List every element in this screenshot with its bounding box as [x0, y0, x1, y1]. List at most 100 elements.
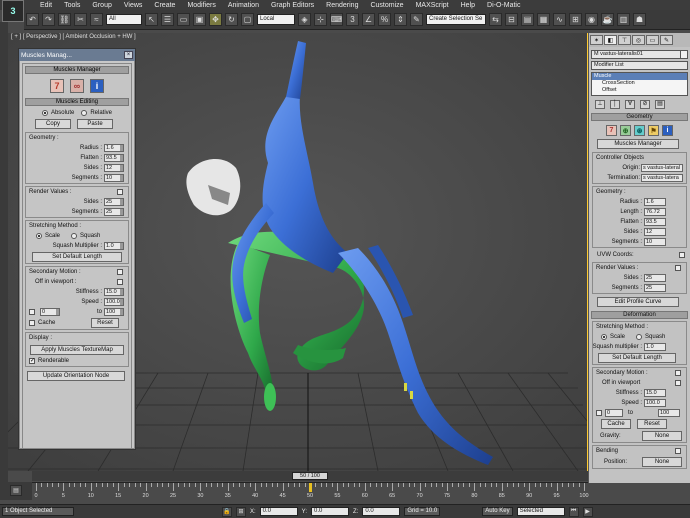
absolute-radio[interactable] [41, 110, 48, 116]
modify-tab-icon[interactable]: ◧ [604, 35, 617, 45]
selection-filter-select[interactable]: All [106, 14, 142, 25]
range-from-spinner[interactable]: 0 [40, 308, 60, 316]
update-orientation-node-button[interactable]: Update Orientation Node [27, 371, 125, 381]
render-sides-spinner[interactable]: 25 [104, 198, 124, 206]
menu-rendering[interactable]: Rendering [320, 1, 364, 10]
render-setup-icon[interactable]: ☕ [601, 13, 614, 26]
muscle-info-icon[interactable]: i [662, 125, 673, 136]
gravity-button[interactable]: None [642, 431, 682, 441]
curve-editor-icon[interactable]: ∿ [553, 13, 566, 26]
utilities-tab-icon[interactable]: ✎ [660, 35, 673, 45]
menu-group[interactable]: Group [86, 1, 117, 10]
y-coord-field[interactable]: 0.0 [311, 507, 350, 516]
cmd-speed-spinner[interactable]: 100.0 [644, 399, 666, 407]
cmd-render-sides-spinner[interactable]: 25 [644, 274, 666, 282]
menu-create[interactable]: Create [148, 1, 181, 10]
menu-help[interactable]: Help [455, 1, 481, 10]
schematic-view-icon[interactable]: ⊞ [569, 13, 582, 26]
pivot-center-icon[interactable]: ◈ [298, 13, 311, 26]
stack-item-muscle[interactable]: Muscle [592, 73, 687, 80]
set-default-length-button[interactable]: Set Default Length [32, 252, 122, 262]
undo-icon[interactable]: ↶ [26, 13, 39, 26]
renderable-checkbox[interactable] [29, 357, 35, 364]
pin-stack-icon[interactable]: ⊥ [595, 100, 605, 109]
bind-space-warp-icon[interactable]: ≈ [90, 13, 103, 26]
spinner-snap-icon[interactable]: ⇕ [394, 13, 407, 26]
graphite-tools-icon[interactable]: ▦ [537, 13, 550, 26]
muscle-green-icon[interactable]: ⊕ [620, 125, 631, 136]
render-values-checkbox[interactable] [117, 189, 123, 195]
deformation-rollout-header[interactable]: Deformation [591, 311, 688, 319]
configure-modifier-sets-icon[interactable]: ▤ [655, 100, 665, 109]
copy-button[interactable]: Copy [35, 119, 71, 129]
modifier-list-dropdown[interactable]: Modifier List [591, 61, 688, 70]
render-segments-spinner[interactable]: 25 [104, 208, 124, 216]
info-icon[interactable]: i [90, 79, 104, 93]
menu-customize[interactable]: Customize [364, 1, 409, 10]
cmd-secondary-motion-checkbox[interactable] [675, 370, 681, 376]
material-editor-icon[interactable]: ◉ [585, 13, 598, 26]
menu-tools[interactable]: Tools [58, 1, 86, 10]
secondary-motion-checkbox[interactable] [117, 269, 123, 275]
muscle-body-icon[interactable]: ∞ [70, 79, 84, 93]
angle-snap-icon[interactable]: ∠ [362, 13, 375, 26]
layer-manager-icon[interactable]: ▤ [521, 13, 534, 26]
track-bar[interactable]: 0 5 10 15 20 25 30 35 40 45 50 55 60 65 70 75 80 85 90 95 10… [32, 482, 589, 500]
cmd-length-spinner[interactable]: 76.72 [644, 208, 666, 216]
cmd-reset-button[interactable]: Reset [637, 419, 667, 429]
origin-field[interactable]: s vastus-lateral [641, 164, 683, 172]
named-selection-set-select[interactable]: Create Selection Se [426, 14, 486, 25]
remove-modifier-icon[interactable]: ⊘ [640, 100, 650, 109]
cmd-set-default-length-button[interactable]: Set Default Length [598, 353, 676, 363]
cmd-scale-radio[interactable] [601, 334, 607, 340]
select-rotate-icon[interactable]: ↻ [225, 13, 238, 26]
time-slider[interactable]: 50 / 100 [32, 471, 588, 481]
select-manipulate-icon[interactable]: ⊹ [314, 13, 327, 26]
muscles-manager-header[interactable]: Muscles Manager [25, 66, 129, 74]
menu-modifiers[interactable]: Modifiers [181, 1, 221, 10]
mini-curve-editor-icon[interactable]: ▤ [10, 485, 22, 496]
cmd-sides-spinner[interactable]: 12 [644, 228, 666, 236]
sides-spinner[interactable]: 12 [104, 164, 124, 172]
cmd-cache-range-checkbox[interactable] [596, 410, 602, 416]
cmd-squash-multiplier-spinner[interactable]: 1.0 [644, 343, 666, 351]
stiffness-spinner[interactable]: 15.0 [104, 288, 124, 296]
motion-tab-icon[interactable]: ◎ [632, 35, 645, 45]
stack-item-offset[interactable]: Offset [592, 87, 687, 94]
muscles-editing-header[interactable]: Muscles Editing [25, 98, 129, 106]
reference-coordinate-select[interactable]: Local [257, 14, 295, 25]
mirror-icon[interactable]: ⇆ [489, 13, 502, 26]
app-logo-icon[interactable]: 3 [2, 0, 24, 22]
time-slider-thumb[interactable]: 50 / 100 [292, 472, 328, 480]
stack-item-crosssection[interactable]: CrossSection [592, 80, 687, 87]
edit-profile-curve-button[interactable]: Edit Profile Curve [597, 297, 679, 307]
cmd-squash-radio[interactable] [636, 334, 643, 340]
menu-edit[interactable]: Edit [34, 1, 58, 10]
hierarchy-tab-icon[interactable]: ⊤ [618, 35, 631, 45]
muscles-manager-button[interactable]: Muscles Manager [597, 139, 679, 149]
position-button[interactable]: None [642, 457, 682, 467]
select-by-name-icon[interactable]: ☰ [161, 13, 174, 26]
reset-button[interactable]: Reset [91, 318, 119, 328]
link-icon[interactable]: ⛓ [58, 13, 71, 26]
muscle-yellow-icon[interactable]: ⚑ [648, 125, 659, 136]
cache-range-checkbox[interactable] [29, 309, 35, 315]
lock-selection-icon[interactable]: 🔒 [222, 506, 232, 517]
radius-spinner[interactable]: 1.6 [104, 144, 124, 152]
modifier-stack[interactable]: Muscle CrossSection Offset [591, 72, 688, 96]
select-scale-icon[interactable]: ▢ [241, 13, 254, 26]
cmd-cache-button[interactable]: Cache [601, 419, 631, 429]
off-in-viewport-checkbox[interactable] [117, 279, 123, 285]
edit-named-selection-icon[interactable]: ✎ [410, 13, 423, 26]
segments-spinner[interactable]: 10 [104, 174, 124, 182]
squash-radio[interactable] [71, 233, 78, 239]
cmd-flatten-spinner[interactable]: 93.5 [644, 218, 666, 226]
menu-views[interactable]: Views [118, 1, 149, 10]
cmd-stiffness-spinner[interactable]: 15.0 [644, 389, 666, 397]
go-to-start-icon[interactable]: ⏮ [568, 506, 579, 517]
auto-key-button[interactable]: Auto Key [482, 507, 513, 516]
termination-field[interactable]: s vastus-latera [641, 174, 683, 182]
cmd-range-to-spinner[interactable]: 100 [658, 409, 680, 417]
uvw-coords-checkbox[interactable] [679, 252, 685, 258]
flatten-spinner[interactable]: 93.5 [104, 154, 124, 162]
